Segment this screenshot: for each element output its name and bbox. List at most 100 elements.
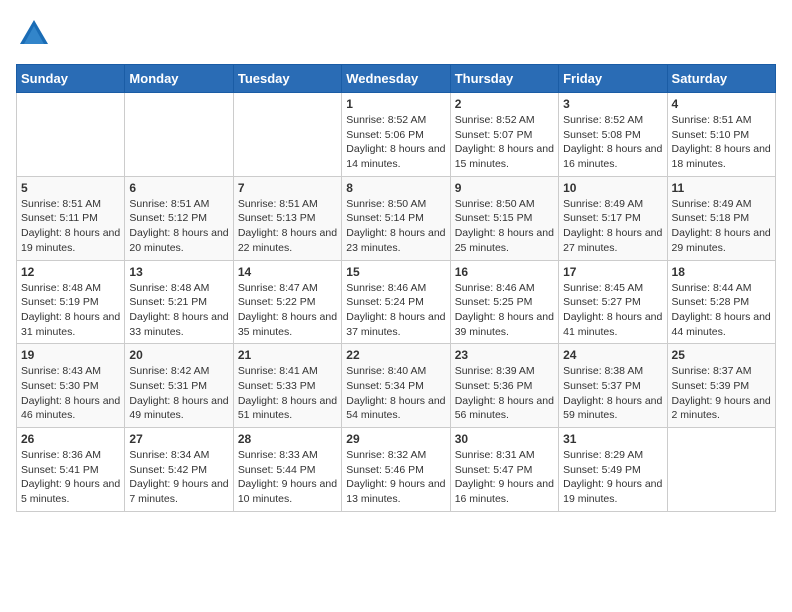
- day-number: 26: [21, 432, 120, 446]
- day-number: 12: [21, 265, 120, 279]
- day-info: Sunrise: 8:49 AM Sunset: 5:17 PM Dayligh…: [563, 197, 662, 256]
- day-info: Sunrise: 8:52 AM Sunset: 5:08 PM Dayligh…: [563, 113, 662, 172]
- day-info: Sunrise: 8:33 AM Sunset: 5:44 PM Dayligh…: [238, 448, 337, 507]
- day-of-week-header: Wednesday: [342, 65, 450, 93]
- calendar-cell: 15 Sunrise: 8:46 AM Sunset: 5:24 PM Dayli…: [342, 260, 450, 344]
- day-of-week-header: Saturday: [667, 65, 775, 93]
- calendar-cell: 14 Sunrise: 8:47 AM Sunset: 5:22 PM Dayli…: [233, 260, 341, 344]
- calendar-cell: 27Sunrise: 8:34 AM Sunset: 5:42 PM Dayli…: [125, 428, 233, 512]
- day-info: Sunrise: 8:39 AM Sunset: 5:36 PM Dayligh…: [455, 364, 554, 423]
- day-of-week-header: Thursday: [450, 65, 558, 93]
- calendar-cell: 23 Sunrise: 8:39 AM Sunset: 5:36 PM Dayli…: [450, 344, 558, 428]
- calendar-week-row: 5 Sunrise: 8:51 AM Sunset: 5:11 PM Daylig…: [17, 176, 776, 260]
- day-info: Sunrise: 8:50 AM Sunset: 5:14 PM Dayligh…: [346, 197, 445, 256]
- calendar-cell: 30Sunrise: 8:31 AM Sunset: 5:47 PM Dayli…: [450, 428, 558, 512]
- day-number: 6: [129, 181, 228, 195]
- day-info: Sunrise: 8:43 AM Sunset: 5:30 PM Dayligh…: [21, 364, 120, 423]
- day-info: Sunrise: 8:32 AM Sunset: 5:46 PM Dayligh…: [346, 448, 445, 507]
- day-number: 28: [238, 432, 337, 446]
- day-number: 1: [346, 97, 445, 111]
- day-of-week-header: Tuesday: [233, 65, 341, 93]
- calendar-cell: 9 Sunrise: 8:50 AM Sunset: 5:15 PM Daylig…: [450, 176, 558, 260]
- day-number: 9: [455, 181, 554, 195]
- calendar-cell: 12 Sunrise: 8:48 AM Sunset: 5:19 PM Dayli…: [17, 260, 125, 344]
- calendar-cell: [17, 93, 125, 177]
- day-number: 15: [346, 265, 445, 279]
- calendar-cell: 2 Sunrise: 8:52 AM Sunset: 5:07 PM Daylig…: [450, 93, 558, 177]
- calendar-cell: 21 Sunrise: 8:41 AM Sunset: 5:33 PM Dayli…: [233, 344, 341, 428]
- day-info: Sunrise: 8:50 AM Sunset: 5:15 PM Dayligh…: [455, 197, 554, 256]
- day-info: Sunrise: 8:46 AM Sunset: 5:24 PM Dayligh…: [346, 281, 445, 340]
- day-number: 7: [238, 181, 337, 195]
- day-number: 11: [672, 181, 771, 195]
- calendar-cell: 31 Sunrise: 8:29 AM Sunset: 5:49 PM Dayli…: [559, 428, 667, 512]
- calendar-week-row: 19 Sunrise: 8:43 AM Sunset: 5:30 PM Dayli…: [17, 344, 776, 428]
- day-info: Sunrise: 8:52 AM Sunset: 5:06 PM Dayligh…: [346, 113, 445, 172]
- day-info: Sunrise: 8:38 AM Sunset: 5:37 PM Dayligh…: [563, 364, 662, 423]
- logo: [16, 16, 56, 52]
- day-number: 23: [455, 348, 554, 362]
- day-number: 27: [129, 432, 228, 446]
- day-info: Sunrise: 8:51 AM Sunset: 5:12 PM Dayligh…: [129, 197, 228, 256]
- calendar-cell: 4 Sunrise: 8:51 AM Sunset: 5:10 PM Daylig…: [667, 93, 775, 177]
- calendar-cell: 17Sunrise: 8:45 AM Sunset: 5:27 PM Dayli…: [559, 260, 667, 344]
- calendar-cell: 22 Sunrise: 8:40 AM Sunset: 5:34 PM Dayli…: [342, 344, 450, 428]
- calendar-cell: [667, 428, 775, 512]
- day-number: 4: [672, 97, 771, 111]
- day-number: 19: [21, 348, 120, 362]
- calendar-cell: 28 Sunrise: 8:33 AM Sunset: 5:44 PM Dayli…: [233, 428, 341, 512]
- day-number: 18: [672, 265, 771, 279]
- day-number: 14: [238, 265, 337, 279]
- day-number: 31: [563, 432, 662, 446]
- calendar-cell: 25Sunrise: 8:37 AM Sunset: 5:39 PM Dayli…: [667, 344, 775, 428]
- day-info: Sunrise: 8:46 AM Sunset: 5:25 PM Dayligh…: [455, 281, 554, 340]
- calendar-cell: 3 Sunrise: 8:52 AM Sunset: 5:08 PM Daylig…: [559, 93, 667, 177]
- day-number: 5: [21, 181, 120, 195]
- day-number: 17: [563, 265, 662, 279]
- day-info: Sunrise: 8:52 AM Sunset: 5:07 PM Dayligh…: [455, 113, 554, 172]
- day-info: Sunrise: 8:41 AM Sunset: 5:33 PM Dayligh…: [238, 364, 337, 423]
- day-info: Sunrise: 8:51 AM Sunset: 5:13 PM Dayligh…: [238, 197, 337, 256]
- calendar-cell: 10Sunrise: 8:49 AM Sunset: 5:17 PM Dayli…: [559, 176, 667, 260]
- calendar-cell: 7 Sunrise: 8:51 AM Sunset: 5:13 PM Daylig…: [233, 176, 341, 260]
- calendar-cell: 19 Sunrise: 8:43 AM Sunset: 5:30 PM Dayli…: [17, 344, 125, 428]
- calendar-week-row: 26 Sunrise: 8:36 AM Sunset: 5:41 PM Dayli…: [17, 428, 776, 512]
- day-info: Sunrise: 8:47 AM Sunset: 5:22 PM Dayligh…: [238, 281, 337, 340]
- calendar-cell: 11 Sunrise: 8:49 AM Sunset: 5:18 PM Dayli…: [667, 176, 775, 260]
- day-info: Sunrise: 8:42 AM Sunset: 5:31 PM Dayligh…: [129, 364, 228, 423]
- day-info: Sunrise: 8:48 AM Sunset: 5:19 PM Dayligh…: [21, 281, 120, 340]
- day-number: 2: [455, 97, 554, 111]
- calendar-cell: 20 Sunrise: 8:42 AM Sunset: 5:31 PM Dayli…: [125, 344, 233, 428]
- day-info: Sunrise: 8:48 AM Sunset: 5:21 PM Dayligh…: [129, 281, 228, 340]
- day-info: Sunrise: 8:49 AM Sunset: 5:18 PM Dayligh…: [672, 197, 771, 256]
- calendar-table: SundayMondayTuesdayWednesdayThursdayFrid…: [16, 64, 776, 512]
- page-header: [16, 16, 776, 52]
- calendar-cell: 13 Sunrise: 8:48 AM Sunset: 5:21 PM Dayli…: [125, 260, 233, 344]
- day-number: 30: [455, 432, 554, 446]
- calendar-cell: 18Sunrise: 8:44 AM Sunset: 5:28 PM Dayli…: [667, 260, 775, 344]
- day-number: 3: [563, 97, 662, 111]
- day-info: Sunrise: 8:51 AM Sunset: 5:11 PM Dayligh…: [21, 197, 120, 256]
- day-number: 21: [238, 348, 337, 362]
- calendar-cell: 8 Sunrise: 8:50 AM Sunset: 5:14 PM Daylig…: [342, 176, 450, 260]
- day-number: 16: [455, 265, 554, 279]
- day-info: Sunrise: 8:29 AM Sunset: 5:49 PM Dayligh…: [563, 448, 662, 507]
- day-number: 8: [346, 181, 445, 195]
- day-number: 22: [346, 348, 445, 362]
- calendar-week-row: 1 Sunrise: 8:52 AM Sunset: 5:06 PM Daylig…: [17, 93, 776, 177]
- calendar-cell: [125, 93, 233, 177]
- day-of-week-header: Sunday: [17, 65, 125, 93]
- calendar-cell: 6 Sunrise: 8:51 AM Sunset: 5:12 PM Daylig…: [125, 176, 233, 260]
- day-number: 24: [563, 348, 662, 362]
- calendar-cell: 16 Sunrise: 8:46 AM Sunset: 5:25 PM Dayli…: [450, 260, 558, 344]
- day-info: Sunrise: 8:36 AM Sunset: 5:41 PM Dayligh…: [21, 448, 120, 507]
- calendar-cell: 1 Sunrise: 8:52 AM Sunset: 5:06 PM Daylig…: [342, 93, 450, 177]
- day-number: 20: [129, 348, 228, 362]
- day-number: 13: [129, 265, 228, 279]
- day-info: Sunrise: 8:40 AM Sunset: 5:34 PM Dayligh…: [346, 364, 445, 423]
- calendar-cell: 24 Sunrise: 8:38 AM Sunset: 5:37 PM Dayli…: [559, 344, 667, 428]
- calendar-cell: [233, 93, 341, 177]
- day-info: Sunrise: 8:37 AM Sunset: 5:39 PM Dayligh…: [672, 364, 771, 423]
- calendar-header-row: SundayMondayTuesdayWednesdayThursdayFrid…: [17, 65, 776, 93]
- day-info: Sunrise: 8:51 AM Sunset: 5:10 PM Dayligh…: [672, 113, 771, 172]
